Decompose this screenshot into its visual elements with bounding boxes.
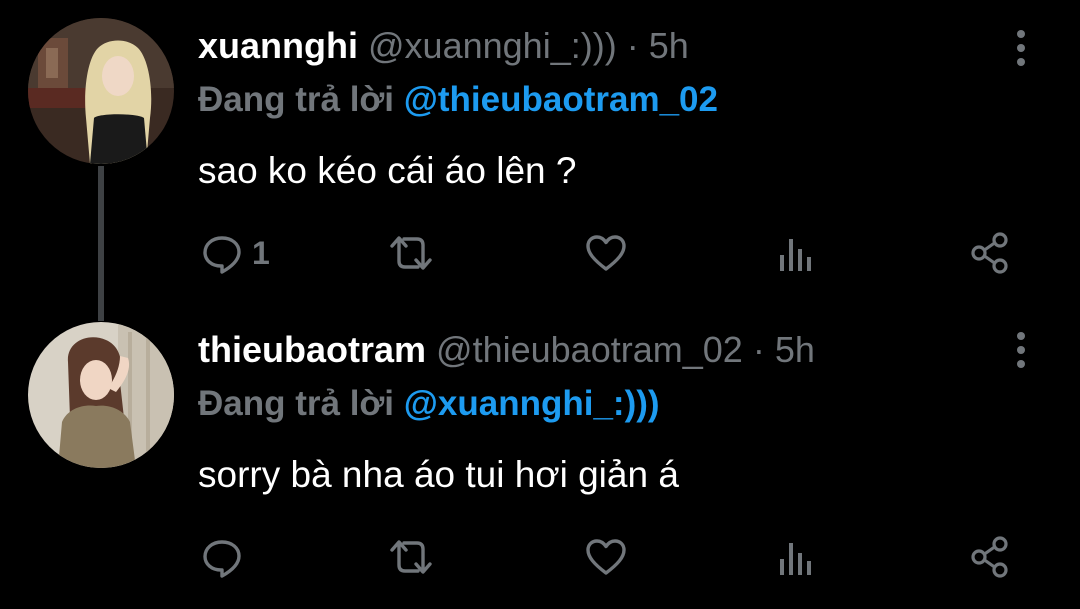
replying-to: Đang trả lời @thieubaotram_02 (198, 78, 718, 122)
action-bar: 1 (0, 228, 1080, 278)
share-icon (971, 536, 1008, 578)
tweet[interactable]: xuannghi @xuannghi_:))) · 5h Đang trả lờ… (0, 0, 1080, 321)
views-button[interactable] (776, 532, 816, 582)
more-vertical-icon (1017, 30, 1025, 66)
timestamp[interactable]: 5h (649, 25, 689, 66)
handle[interactable]: @xuannghi_:))) (368, 25, 617, 66)
avatar[interactable] (28, 18, 174, 164)
replying-label: Đang trả lời (198, 80, 395, 119)
tweet-header: thieubaotram @thieubaotram_02 · 5h (198, 328, 815, 372)
display-name[interactable]: thieubaotram (198, 329, 426, 370)
replying-to: Đang trả lời @xuannghi_:))) (198, 382, 660, 426)
timestamp[interactable]: 5h (775, 329, 815, 370)
mention-link[interactable]: @xuannghi_:))) (404, 384, 660, 423)
heart-icon (586, 235, 626, 271)
avatar-photo (28, 322, 174, 468)
tweet-text: sao ko kéo cái áo lên ? (198, 150, 577, 191)
more-options-button[interactable] (1008, 28, 1034, 68)
reply-icon (203, 236, 241, 274)
tweet-header: xuannghi @xuannghi_:))) · 5h (198, 24, 689, 68)
handle[interactable]: @thieubaotram_02 (436, 329, 743, 370)
retweet-icon (390, 236, 432, 270)
display-name[interactable]: xuannghi (198, 25, 358, 66)
action-bar (0, 532, 1080, 582)
reply-count: 1 (252, 234, 270, 271)
separator: · (752, 329, 765, 370)
more-vertical-icon (1017, 332, 1025, 368)
avatar[interactable] (28, 322, 174, 468)
reply-button[interactable]: 1 (200, 228, 270, 278)
share-button[interactable] (968, 228, 1012, 278)
mention-link[interactable]: @thieubaotram_02 (404, 80, 718, 119)
reply-button[interactable] (200, 532, 252, 582)
more-options-button[interactable] (1008, 330, 1034, 370)
tweet[interactable]: thieubaotram @thieubaotram_02 · 5h Đang … (0, 300, 1080, 609)
tweet-text: sorry bà nha áo tui hơi giản á (198, 454, 679, 495)
replying-label: Đang trả lời (198, 384, 395, 423)
retweet-button[interactable] (386, 532, 444, 582)
heart-icon (586, 539, 626, 575)
retweet-icon (390, 540, 432, 574)
like-button[interactable] (584, 228, 636, 278)
views-icon (780, 543, 811, 575)
share-icon (971, 232, 1008, 274)
views-button[interactable] (776, 228, 816, 278)
like-button[interactable] (584, 532, 636, 582)
avatar-photo (28, 18, 174, 164)
share-button[interactable] (968, 532, 1012, 582)
separator: · (626, 25, 639, 66)
retweet-button[interactable] (386, 228, 444, 278)
views-icon (780, 239, 811, 271)
reply-icon (203, 540, 241, 578)
